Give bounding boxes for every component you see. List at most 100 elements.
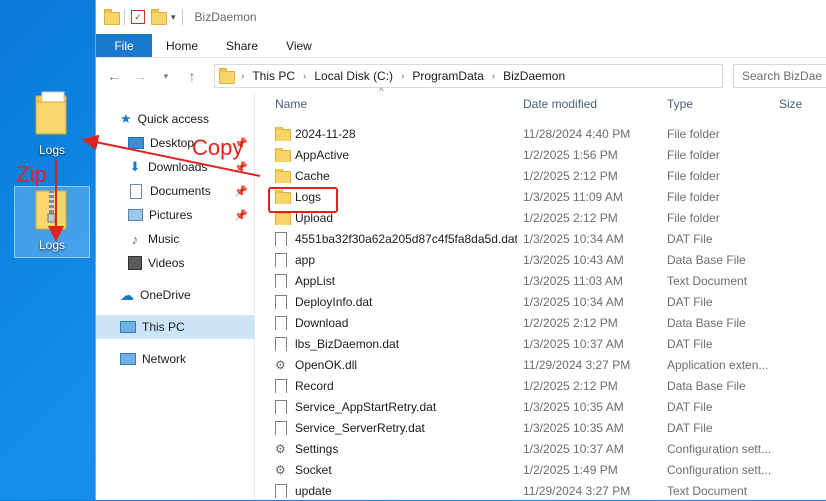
nav-item-pictures[interactable]: Pictures 📌	[96, 203, 254, 227]
file-date: 1/2/2025 2:12 PM	[523, 168, 618, 183]
file-date: 11/28/2024 4:40 PM	[523, 126, 631, 141]
file-row[interactable]: 2024-11-28 11/28/2024 4:40 PM File folder	[255, 123, 826, 144]
chevron-right-icon[interactable]: ›	[303, 71, 306, 82]
pin-icon[interactable]: 📌	[234, 185, 248, 198]
folder-icon	[275, 126, 291, 141]
pin-icon[interactable]: 📌	[234, 161, 248, 174]
chevron-right-icon[interactable]: ›	[401, 71, 404, 82]
ribbon-tab-share[interactable]: Share	[212, 34, 272, 57]
column-header-date[interactable]: Date modified	[517, 97, 667, 111]
desktop-logs-zip[interactable]: Logs	[14, 186, 90, 258]
settings-file-icon: ⚙	[275, 357, 286, 372]
file-row[interactable]: 4551ba32f30a62a205d87c4f5fa8da5d.dat 1/3/…	[255, 228, 826, 249]
file-row[interactable]: AppList 1/3/2025 11:03 AM Text Document	[255, 270, 826, 291]
file-name-cell: 2024-11-28	[255, 126, 517, 141]
file-row[interactable]: Download 1/2/2025 2:12 PM Data Base File	[255, 312, 826, 333]
recent-dropdown-icon[interactable]: ▾	[158, 71, 174, 82]
file-type: Application exten...	[667, 357, 769, 372]
file-name-cell: Record	[255, 378, 517, 393]
file-icon	[275, 315, 289, 330]
file-row[interactable]: DeployInfo.dat 1/3/2025 10:34 AM DAT File	[255, 291, 826, 312]
column-header-size[interactable]: Size	[779, 97, 819, 111]
column-header-name[interactable]: Name	[255, 97, 517, 111]
file-icon	[275, 420, 289, 435]
file-row[interactable]: Service_AppStartRetry.dat 1/3/2025 10:35 …	[255, 396, 826, 417]
properties-icon[interactable]: ✓	[131, 10, 145, 24]
file-date: 1/3/2025 10:37 AM	[523, 441, 624, 456]
nav-network-label: Network	[142, 352, 187, 366]
column-header-type[interactable]: Type	[667, 97, 779, 111]
nav-item-label: Pictures	[149, 208, 193, 222]
file-row[interactable]: ⚙ Settings 1/3/2025 10:37 AM Configuration …	[255, 438, 826, 459]
file-rows: 2024-11-28 11/28/2024 4:40 PM File folder A…	[255, 123, 826, 501]
file-name: update	[295, 483, 332, 498]
quick-access-dropdown-icon[interactable]: ▾	[171, 12, 176, 23]
explorer-window: ✓ ▾ BizDaemon File Home Share View ← → ▾…	[95, 0, 826, 500]
annotation-zip: Zip	[16, 162, 47, 187]
up-arrow-icon[interactable]: ↑	[184, 68, 200, 84]
file-row[interactable]: AppActive 1/2/2025 1:56 PM File folder	[255, 144, 826, 165]
ribbon: File Home Share View	[96, 34, 826, 58]
ribbon-tab-view[interactable]: View	[272, 34, 326, 57]
address-bar[interactable]: › This PC › Local Disk (C:) › ProgramDat…	[214, 64, 723, 88]
music-icon: ♪	[131, 231, 139, 247]
breadcrumb-local-disk[interactable]: Local Disk (C:)	[314, 69, 393, 83]
back-arrow-icon[interactable]: ←	[106, 68, 122, 84]
folder-icon	[275, 147, 291, 162]
nav-item-videos[interactable]: Videos	[96, 251, 254, 275]
computer-icon	[120, 321, 136, 333]
file-date: 1/3/2025 10:35 AM	[523, 420, 624, 435]
file-date: 1/3/2025 10:34 AM	[523, 294, 624, 309]
file-row[interactable]: ⚙ OpenOK.dll 11/29/2024 3:27 PM Application…	[255, 354, 826, 375]
file-name: Cache	[295, 168, 330, 183]
forward-arrow-icon[interactable]: →	[132, 68, 148, 84]
breadcrumb-bizdaemon[interactable]: BizDaemon	[503, 69, 565, 83]
file-name-cell: Download	[255, 315, 517, 330]
nav-item-documents[interactable]: Documents 📌	[96, 179, 254, 203]
file-row[interactable]: Logs 1/3/2025 11:09 AM File folder	[255, 186, 826, 207]
pin-icon[interactable]: 📌	[234, 209, 248, 222]
file-row[interactable]: update 11/29/2024 3:27 PM Text Document	[255, 480, 826, 501]
file-date: 1/3/2025 11:03 AM	[523, 273, 623, 288]
folder-icon	[219, 68, 235, 84]
file-row[interactable]: Record 1/2/2025 2:12 PM Data Base File	[255, 375, 826, 396]
file-date: 1/3/2025 10:34 AM	[523, 231, 624, 246]
file-name-cell: Cache	[255, 168, 517, 183]
desktop-logs-folder[interactable]: Logs	[15, 88, 89, 157]
star-icon: ★	[120, 111, 132, 126]
logs-highlight-box	[268, 187, 338, 213]
file-type: Configuration sett...	[667, 441, 772, 456]
chevron-right-icon[interactable]: ›	[241, 71, 244, 82]
nav-quick-access[interactable]: ★ Quick access	[96, 107, 254, 131]
ribbon-file-tab[interactable]: File	[96, 34, 152, 57]
file-row[interactable]: lbs_BizDaemon.dat 1/3/2025 10:37 AM DAT Fi…	[255, 333, 826, 354]
nav-onedrive[interactable]: ☁ OneDrive	[96, 283, 254, 307]
file-date: 11/29/2024 3:27 PM	[523, 357, 631, 372]
nav-network[interactable]: Network	[96, 347, 254, 371]
file-name-cell: Service_ServerRetry.dat	[255, 420, 517, 435]
folder-icon	[275, 168, 291, 183]
file-row[interactable]: Cache 1/2/2025 2:12 PM File folder	[255, 165, 826, 186]
file-date: 1/2/2025 2:12 PM	[523, 210, 618, 225]
chevron-right-icon[interactable]: ›	[492, 71, 495, 82]
nav-item-label: Videos	[148, 256, 185, 270]
ribbon-tab-home[interactable]: Home	[152, 34, 212, 57]
breadcrumb-programdata[interactable]: ProgramData	[412, 69, 483, 83]
file-row[interactable]: app 1/3/2025 10:43 AM Data Base File	[255, 249, 826, 270]
annotation-copy: Copy	[192, 135, 244, 160]
nav-item-label: Music	[148, 232, 180, 246]
file-row[interactable]: ⚙ Socket 1/2/2025 1:49 PM Configuration set…	[255, 459, 826, 480]
file-row[interactable]: Upload 1/2/2025 2:12 PM File folder	[255, 207, 826, 228]
new-folder-icon[interactable]	[151, 9, 167, 25]
settings-file-icon: ⚙	[275, 441, 286, 456]
file-row[interactable]: Service_ServerRetry.dat 1/3/2025 10:35 AM…	[255, 417, 826, 438]
search-input[interactable]: Search BizDae	[733, 64, 826, 88]
file-name-cell: AppList	[255, 273, 517, 288]
nav-this-pc[interactable]: This PC	[96, 315, 254, 339]
file-name: Record	[295, 378, 334, 393]
folder-icon	[104, 9, 120, 25]
nav-item-label: Desktop	[150, 136, 195, 150]
nav-item-music[interactable]: ♪ Music	[96, 227, 254, 251]
sort-caret-icon: ^	[379, 87, 384, 98]
breadcrumb-this-pc[interactable]: This PC	[252, 69, 295, 83]
